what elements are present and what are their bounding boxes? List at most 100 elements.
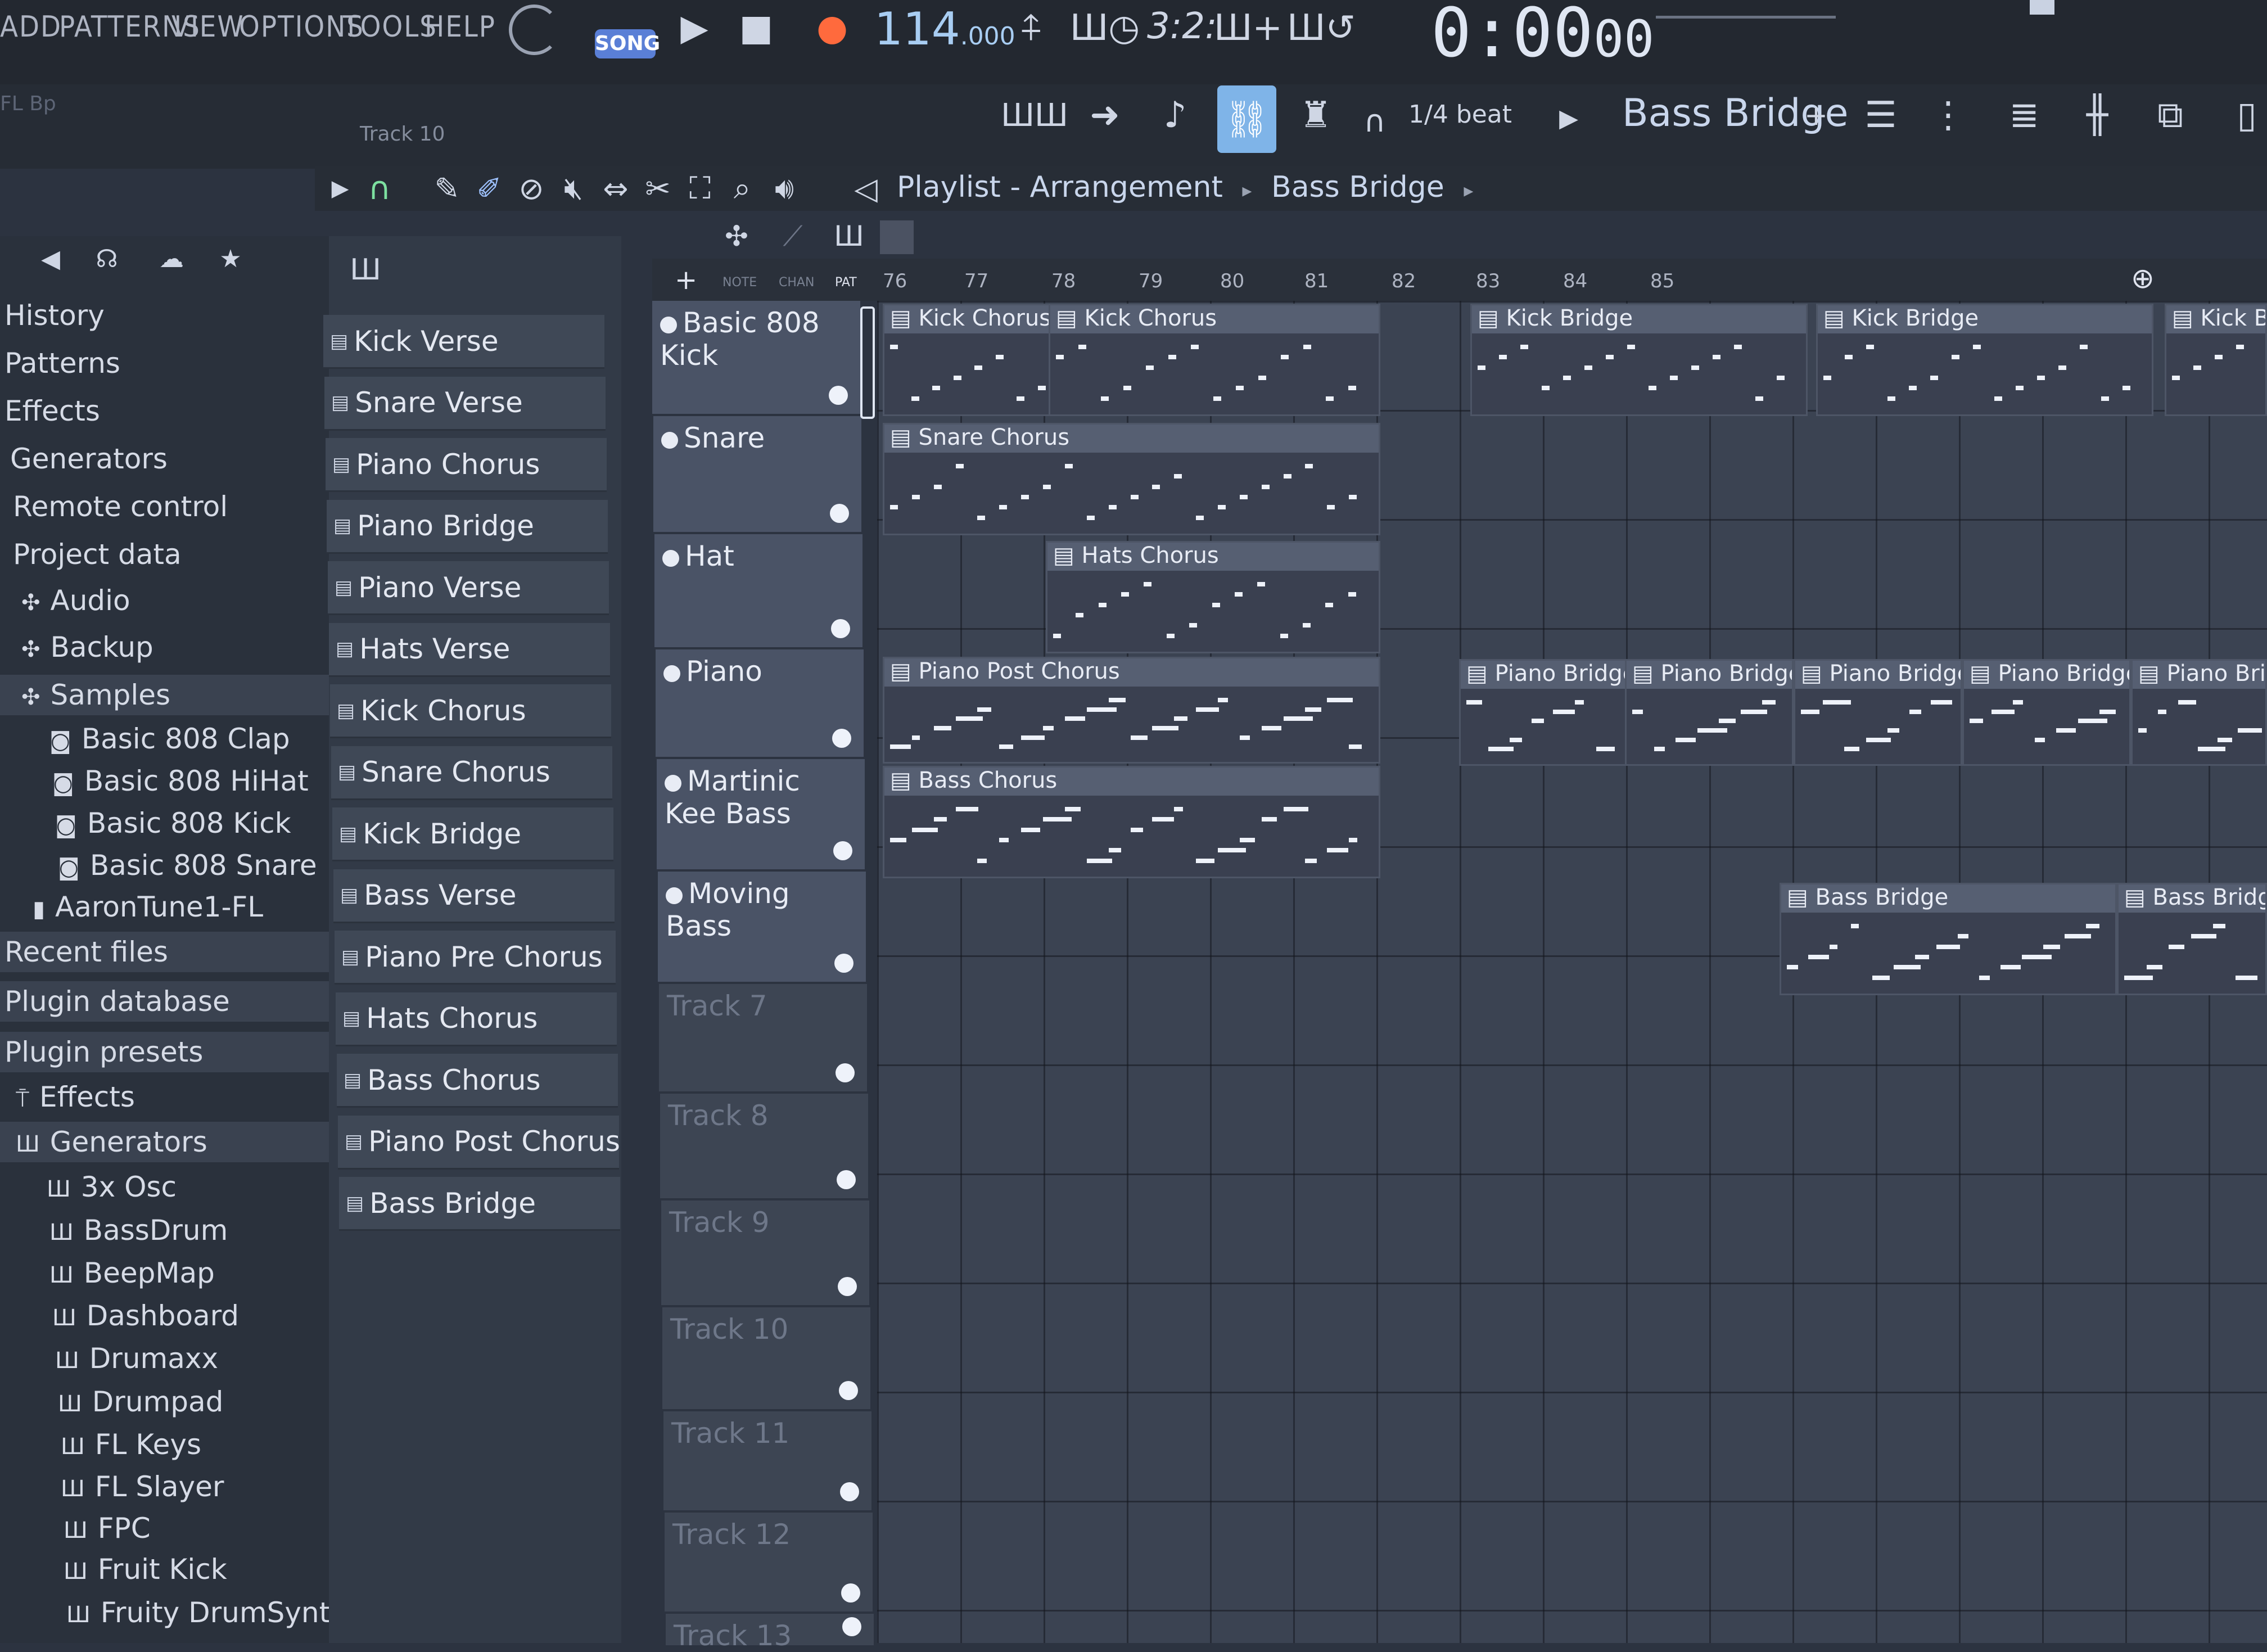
zoom-tool-icon[interactable]: ⌕ — [722, 166, 762, 211]
pattern-icon[interactable]: Ш — [827, 214, 871, 259]
track-mute-led[interactable] — [660, 316, 677, 333]
browser-item[interactable]: ⍑ Effects — [0, 1077, 329, 1117]
metronome-icon[interactable]: ⍏ — [1006, 6, 1057, 51]
arrow-right-icon[interactable]: ➜ — [1082, 94, 1127, 136]
brush-tool-icon[interactable]: ♪ — [1153, 94, 1198, 136]
play-button[interactable]: ▶ — [675, 6, 714, 51]
pattern-clip[interactable]: ▤ Snare Chorus — [883, 423, 1380, 535]
pattern-clip[interactable]: ▤ Hats Chorus — [1046, 541, 1380, 653]
track-header[interactable]: Basic 808 Kick — [652, 301, 860, 414]
record-button[interactable]: ● — [810, 6, 855, 51]
track-mute-led[interactable] — [661, 431, 678, 449]
file-icon[interactable]: ▯ — [2227, 93, 2267, 138]
track-volume-knob[interactable] — [836, 1063, 855, 1082]
pattern-item[interactable]: ▤ Bass Bridge — [339, 1177, 620, 1231]
browser-item[interactable]: ◙ Basic 808 Snare — [0, 845, 329, 886]
pattern-item[interactable]: ▤ Bass Verse — [333, 869, 615, 923]
playhead-marker[interactable] — [860, 306, 875, 419]
pattern-item[interactable]: ▤ Snare Chorus — [331, 746, 612, 800]
track-volume-knob[interactable] — [838, 1277, 857, 1296]
pattern-item[interactable]: ▤ Piano Pre Chorus — [335, 931, 616, 985]
picker-pattern-icon[interactable]: Ш — [340, 247, 391, 292]
pattern-clip[interactable]: ▤ Bass Bridge — [1780, 883, 2117, 995]
browser-audio-icon[interactable]: ☊ — [84, 236, 129, 281]
ruler-add-icon[interactable]: ⊕ — [2131, 262, 2155, 295]
browser-item[interactable]: Ш FPC — [0, 1508, 329, 1549]
track-header[interactable]: Moving Bass — [658, 872, 866, 982]
track-volume-knob[interactable] — [831, 619, 850, 638]
track-mute-led[interactable] — [662, 549, 679, 567]
track-header[interactable]: Track 11 — [663, 1411, 871, 1510]
speaker-icon[interactable]: ◁ — [846, 166, 886, 211]
browser-item[interactable]: ✣ Audio — [0, 580, 329, 621]
master-pitch-indicator[interactable] — [2030, 0, 2054, 15]
browser-item[interactable]: Ш 3x Osc — [0, 1167, 329, 1207]
track-volume-knob[interactable] — [833, 841, 852, 860]
browser-item[interactable]: Plugin database — [0, 981, 329, 1022]
browser-item[interactable]: Plugin presets — [0, 1032, 329, 1072]
automation-icon[interactable]: ⟋ — [770, 214, 815, 259]
browser-item[interactable]: Ш FL Keys — [0, 1424, 329, 1465]
track-volume-knob[interactable] — [832, 729, 851, 748]
browser-item[interactable]: ▮ AaronTune1-FL — [0, 887, 329, 927]
menu-add[interactable]: ADD — [0, 10, 62, 44]
track-header[interactable]: Martinic Kee Bass — [657, 759, 865, 869]
delete-tool-icon[interactable]: ⊘ — [512, 166, 551, 211]
browser-item[interactable]: Ш Generators — [0, 1122, 329, 1162]
pattern-item[interactable]: ▤ Snare Verse — [324, 376, 606, 431]
pattern-clip[interactable]: ▤ Kick Chorus — [883, 304, 1068, 416]
track-volume-knob[interactable] — [837, 1170, 856, 1189]
pattern-item[interactable]: ▤ Piano Bridge — [327, 499, 608, 554]
pattern-clip[interactable]: ▤ Piano Bri — [2131, 659, 2267, 766]
stop-button[interactable]: ■ — [737, 6, 776, 51]
slice-tool-icon[interactable]: ✂ — [638, 166, 678, 211]
menu-help[interactable]: HELP — [425, 10, 496, 44]
pattern-item[interactable]: ▤ Piano Verse — [328, 561, 609, 615]
pattern-clip[interactable]: ▤ Piano Bridge — [1962, 659, 2131, 766]
browser-item[interactable]: ✣ Samples — [0, 675, 329, 715]
pencil-tool-icon[interactable]: ✎ — [427, 166, 467, 211]
browser-item[interactable]: Ш Fruity DrumSynth Live — [0, 1592, 414, 1633]
track-header[interactable]: Hat — [654, 534, 862, 647]
track-volume-knob[interactable] — [841, 1583, 860, 1603]
browser-item[interactable]: Generators — [0, 439, 329, 479]
browser-item[interactable]: Remote control — [0, 486, 329, 527]
snap-selector[interactable]: 1/4 beat — [1408, 100, 1512, 129]
pattern-item[interactable]: ▤ Kick Chorus — [330, 684, 611, 738]
browser-item[interactable]: Project data — [0, 534, 329, 575]
pattern-clip[interactable]: ▤ Kick Br — [2165, 304, 2267, 416]
track-volume-knob[interactable] — [840, 1482, 859, 1501]
mixer-icon[interactable]: ╫ — [2072, 93, 2123, 138]
step-display[interactable]: 3:2: — [1147, 6, 1217, 47]
browser-item[interactable]: ✣ Backup — [0, 627, 329, 667]
song-time-display[interactable]: 0:0000 — [1431, 0, 1654, 73]
browser-item[interactable]: ◙ Basic 808 Clap — [0, 719, 329, 759]
paint-tool-icon[interactable]: ✐ — [469, 166, 509, 211]
master-volume-slider[interactable] — [1656, 16, 1836, 19]
magnet-snap-icon[interactable]: ∩ — [1355, 101, 1394, 141]
track-mute-led[interactable] — [665, 774, 681, 792]
pattern-item[interactable]: ▤ Piano Chorus — [326, 438, 607, 492]
browser-item[interactable]: Ш FL Slayer — [0, 1466, 329, 1507]
pattern-clip[interactable]: ▤ Bass Bridge — [2117, 883, 2267, 995]
browser-item[interactable]: Ш BeepMap — [0, 1253, 329, 1293]
breadcrumb-current[interactable]: Bass Bridge — [1271, 170, 1444, 204]
browser-cloud-icon[interactable]: ☁ — [146, 236, 197, 281]
chan-label[interactable]: CHAN — [779, 276, 814, 290]
track-volume-knob[interactable] — [839, 1381, 858, 1400]
track-header[interactable]: Track 13 — [666, 1614, 874, 1652]
select-tool-icon[interactable]: ⛶ — [680, 166, 720, 211]
browser-back-icon[interactable]: ◀ — [28, 236, 73, 281]
menu-view[interactable]: VIEW — [171, 10, 245, 44]
playback-tool-icon[interactable]: 🔊︎ — [765, 166, 804, 211]
song-mode-toggle[interactable]: SONG — [595, 29, 660, 58]
breadcrumb-root[interactable]: Playlist - Arrangement — [897, 170, 1223, 204]
mute-tool-icon[interactable]: 🔇︎ — [554, 166, 593, 211]
track-volume-knob[interactable] — [834, 954, 853, 973]
browser-item[interactable]: Recent files — [0, 932, 329, 972]
browser-item[interactable]: Ш Fruit Kick — [0, 1549, 329, 1590]
list-view-icon[interactable]: ≣ — [1999, 93, 2049, 138]
track-header[interactable]: Track 7 — [659, 984, 867, 1091]
pattern-clip[interactable]: ▤ Kick Bridge — [1816, 304, 2153, 416]
collapse-button[interactable] — [880, 220, 914, 254]
